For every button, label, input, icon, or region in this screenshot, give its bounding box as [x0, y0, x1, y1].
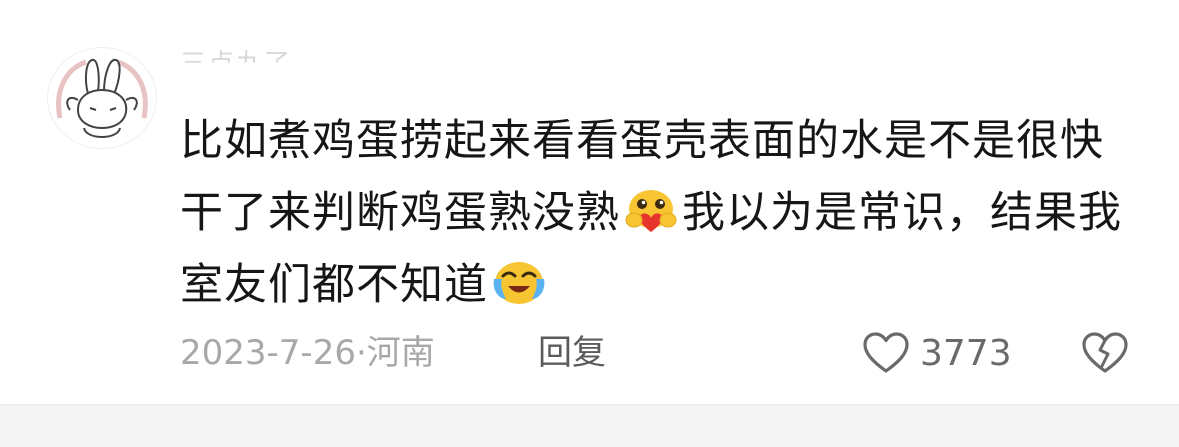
comment-location: 河南	[366, 333, 435, 373]
avatar[interactable]	[47, 47, 157, 149]
like-count: 3773	[920, 332, 1012, 374]
bottom-divider	[0, 404, 1179, 447]
heart-hug-emoji-icon	[625, 190, 677, 232]
comment-meta: 2023-7-26·河南	[180, 333, 435, 373]
like-button[interactable]: 3773	[862, 329, 1012, 377]
bunny-avatar-icon	[53, 49, 151, 147]
reply-button[interactable]: 回复	[538, 333, 606, 373]
comment-card: 三点九了 比如煮鸡蛋捞起来看看蛋壳表面的水是不是很快干了来判断鸡蛋熟没熟 我以为…	[0, 0, 1179, 404]
heart-outline-icon	[863, 332, 909, 373]
broken-heart-icon[interactable]	[1080, 330, 1130, 376]
comment-date: 2023-7-26	[180, 333, 356, 373]
laughing-crying-emoji-icon	[493, 262, 545, 304]
meta-separator: ·	[355, 333, 367, 373]
username[interactable]: 三点九了	[180, 50, 292, 63]
comment-text: 比如煮鸡蛋捞起来看看蛋壳表面的水是不是很快干了来判断鸡蛋熟没熟 我以为是常识，结…	[180, 105, 1140, 321]
